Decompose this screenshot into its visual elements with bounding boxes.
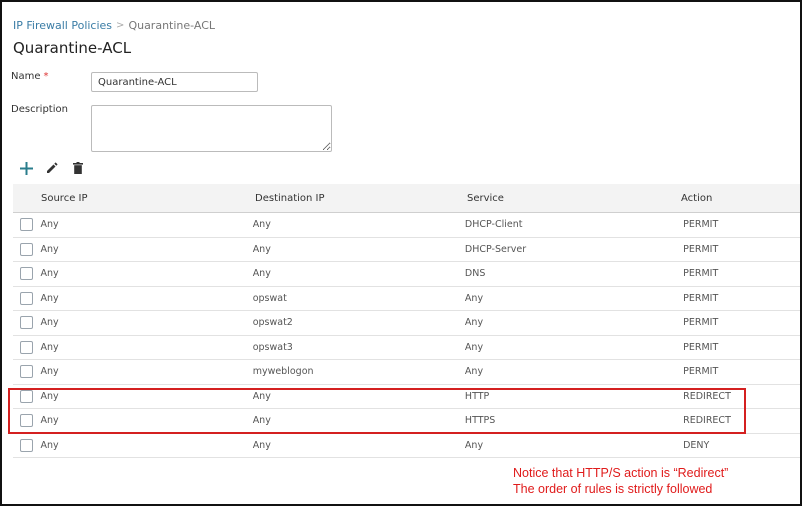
table-row[interactable]: Any opswat2 Any PERMIT: [13, 311, 800, 336]
cell-service: Any: [464, 366, 484, 378]
cell-action: PERMIT: [683, 292, 719, 304]
cell-source-ip: Any: [40, 366, 59, 378]
annotation-line-1: Notice that HTTP/S action is “Redirect”: [513, 466, 729, 480]
cell-source-ip: Any: [40, 243, 59, 255]
description-label: Description: [11, 104, 68, 115]
delete-button[interactable]: [70, 160, 86, 176]
table-row[interactable]: Any opswat3 Any PERMIT: [13, 336, 800, 360]
row-checkbox[interactable]: [20, 414, 34, 428]
cell-destination-ip: Any: [252, 415, 271, 427]
cell-source-ip: Any: [40, 268, 59, 280]
trash-icon: [73, 162, 83, 174]
table-header: Source IP Destination IP Service Action: [13, 184, 800, 213]
table-row[interactable]: Any Any DHCP-Client PERMIT: [13, 213, 800, 238]
row-checkbox[interactable]: [20, 389, 34, 403]
annotation-note: Notice that HTTP/S action is “Redirect” …: [513, 465, 728, 497]
header-destination-ip[interactable]: Destination IP: [255, 193, 467, 204]
cell-action: PERMIT: [683, 243, 719, 255]
header-action[interactable]: Action: [681, 193, 800, 204]
add-button[interactable]: [18, 160, 34, 176]
cell-destination-ip: opswat3: [252, 341, 293, 353]
annotation-line-2: The order of rules is strictly followed: [513, 482, 713, 496]
cell-action: PERMIT: [683, 341, 719, 353]
rules-table: Source IP Destination IP Service Action …: [13, 184, 800, 458]
cell-destination-ip: opswat: [252, 292, 287, 304]
plus-icon: [19, 161, 33, 175]
page-title: Quarantine-ACL: [13, 39, 132, 57]
cell-action: REDIRECT: [683, 390, 731, 402]
cell-action: PERMIT: [683, 317, 719, 329]
window-frame: IP Firewall Policies > Quarantine-ACL Qu…: [0, 0, 802, 506]
table-toolbar: [18, 160, 86, 176]
cell-source-ip: Any: [40, 219, 59, 231]
breadcrumb-current: Quarantine-ACL: [128, 19, 216, 32]
table-row[interactable]: Any Any DHCP-Server PERMIT: [13, 238, 800, 262]
description-textarea[interactable]: [91, 105, 332, 152]
breadcrumb-separator: >: [116, 20, 125, 31]
cell-service: Any: [464, 439, 484, 451]
pencil-icon: [47, 162, 58, 173]
cell-destination-ip: Any: [252, 219, 271, 231]
table-row[interactable]: Any myweblogon Any PERMIT: [13, 360, 800, 385]
table-row[interactable]: Any Any HTTPS REDIRECT: [13, 409, 800, 434]
row-checkbox[interactable]: [20, 340, 34, 354]
row-checkbox[interactable]: [20, 291, 34, 305]
cell-source-ip: Any: [40, 415, 59, 427]
table-row[interactable]: Any Any Any DENY: [13, 434, 800, 458]
cell-destination-ip: Any: [252, 439, 271, 451]
cell-action: REDIRECT: [683, 415, 731, 427]
cell-source-ip: Any: [40, 292, 59, 304]
cell-service: HTTPS: [464, 415, 496, 427]
required-marker: *: [43, 71, 49, 82]
cell-source-ip: Any: [40, 390, 59, 402]
cell-source-ip: Any: [40, 317, 59, 329]
cell-service: Any: [464, 292, 484, 304]
cell-service: Any: [464, 341, 484, 353]
cell-source-ip: Any: [40, 341, 59, 353]
cell-service: DNS: [464, 268, 486, 280]
table-row[interactable]: Any Any HTTP REDIRECT: [13, 385, 800, 409]
cell-service: DHCP-Client: [464, 219, 523, 231]
row-checkbox[interactable]: [20, 316, 34, 330]
row-checkbox[interactable]: [20, 267, 34, 281]
cell-action: PERMIT: [683, 268, 719, 280]
breadcrumb-parent-link[interactable]: IP Firewall Policies: [13, 19, 112, 32]
cell-destination-ip: myweblogon: [252, 366, 314, 378]
name-input[interactable]: [91, 72, 258, 92]
cell-service: HTTP: [464, 390, 490, 402]
table-row[interactable]: Any opswat Any PERMIT: [13, 287, 800, 311]
cell-destination-ip: Any: [252, 268, 271, 280]
cell-action: PERMIT: [683, 219, 719, 231]
cell-destination-ip: Any: [252, 390, 271, 402]
edit-button[interactable]: [44, 160, 60, 176]
cell-destination-ip: opswat2: [252, 317, 293, 329]
cell-service: Any: [464, 317, 484, 329]
name-label: Name *: [11, 71, 49, 82]
row-checkbox[interactable]: [20, 438, 34, 452]
cell-action: PERMIT: [683, 366, 719, 378]
header-source-ip[interactable]: Source IP: [41, 193, 255, 204]
row-checkbox[interactable]: [20, 218, 34, 232]
row-checkbox[interactable]: [20, 242, 34, 256]
cell-destination-ip: Any: [252, 243, 271, 255]
cell-action: DENY: [683, 439, 710, 451]
cell-service: DHCP-Server: [464, 243, 527, 255]
breadcrumb: IP Firewall Policies > Quarantine-ACL: [13, 19, 215, 32]
cell-source-ip: Any: [40, 439, 59, 451]
row-checkbox[interactable]: [20, 365, 34, 379]
name-label-text: Name: [11, 71, 41, 82]
header-service[interactable]: Service: [467, 193, 681, 204]
table-row[interactable]: Any Any DNS PERMIT: [13, 262, 800, 287]
